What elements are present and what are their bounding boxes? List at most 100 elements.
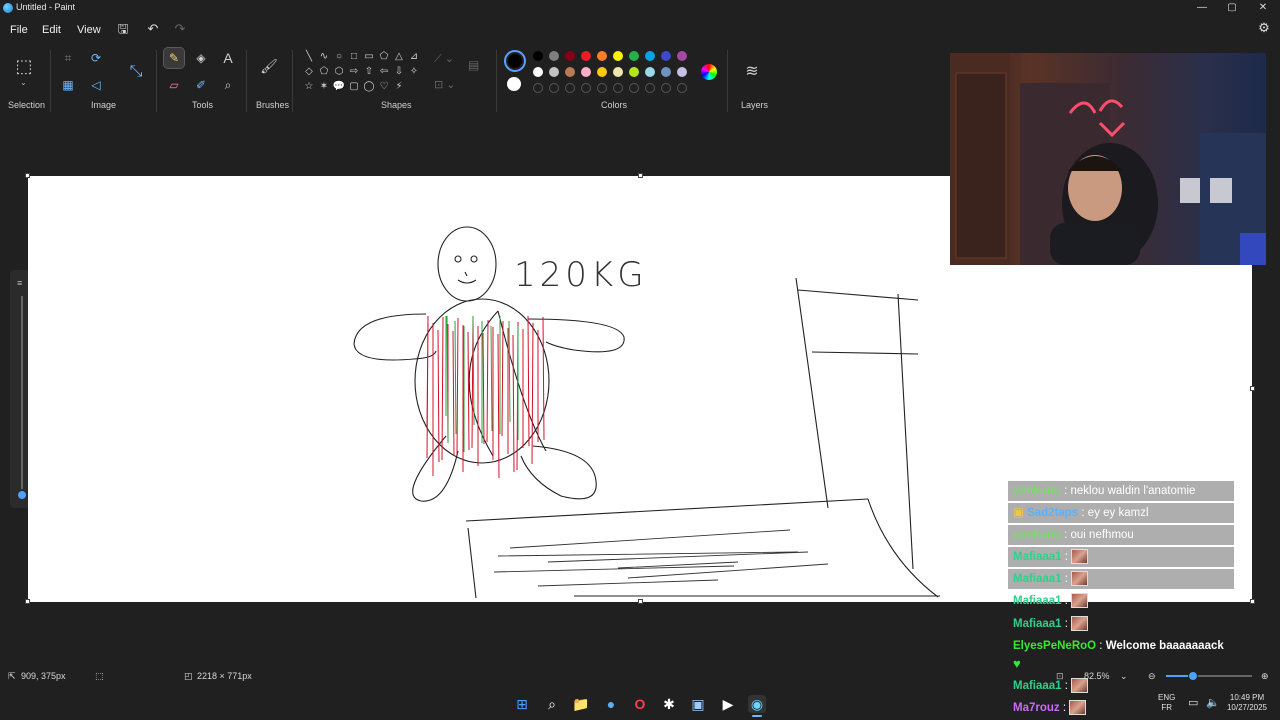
shape-item[interactable]: ✶	[317, 80, 331, 94]
color-swatch[interactable]	[629, 67, 639, 77]
app-icon[interactable]: ●	[602, 695, 620, 713]
color-swatch[interactable]	[549, 67, 559, 77]
color-swatch[interactable]	[661, 67, 671, 77]
color-swatch[interactable]	[597, 51, 607, 61]
color-swatch[interactable]	[597, 67, 607, 77]
language-indicator[interactable]: ENG FR	[1158, 693, 1175, 713]
shape-item[interactable]: ⇩	[392, 65, 406, 79]
window-app-icon[interactable]: ▣	[689, 695, 707, 713]
start-icon[interactable]: ⊞	[513, 695, 531, 713]
shape-size-icon[interactable]: ▤	[468, 58, 479, 72]
edit-colors-icon[interactable]	[701, 64, 717, 80]
resize-handle[interactable]	[1250, 386, 1255, 391]
shape-item[interactable]: △	[392, 50, 406, 64]
outline-icon[interactable]: ⟋ ⌄	[434, 52, 454, 66]
shape-item[interactable]: ◯	[362, 80, 376, 94]
custom-color-slot[interactable]	[629, 83, 639, 93]
color-swatch[interactable]	[565, 51, 575, 61]
color-swatch[interactable]	[581, 51, 591, 61]
file-explorer-icon[interactable]: 📁	[572, 695, 590, 713]
paint-taskbar-icon[interactable]: ◉	[748, 695, 766, 713]
redo-icon[interactable]: ↷	[170, 20, 190, 38]
shape-item[interactable]: ⊿	[407, 50, 421, 64]
custom-color-slot[interactable]	[533, 83, 543, 93]
brush-icon[interactable]: 🖌	[259, 56, 279, 76]
flip-icon[interactable]: ◁	[86, 75, 106, 95]
color-swatch[interactable]	[581, 67, 591, 77]
shape-item[interactable]: 💬	[332, 80, 346, 94]
opera-gx-icon[interactable]: O	[631, 695, 649, 713]
color-swatch[interactable]	[677, 51, 687, 61]
save-icon[interactable]: 🖫	[113, 20, 133, 38]
zoom-slider-thumb[interactable]	[1187, 671, 1198, 681]
shape-item[interactable]: ⬠	[317, 65, 331, 79]
shape-item[interactable]: □	[347, 50, 361, 64]
color-swatch[interactable]	[565, 67, 575, 77]
settings-gear-icon[interactable]: ⚙	[1254, 19, 1274, 37]
menu-edit[interactable]: Edit	[38, 22, 65, 38]
color-swatch[interactable]	[645, 51, 655, 61]
shape-item[interactable]: ⇨	[347, 65, 361, 79]
selection-icon[interactable]: ⬚	[14, 56, 34, 76]
color-swatch[interactable]	[645, 67, 655, 77]
color-swatch[interactable]	[629, 51, 639, 61]
color-swatch[interactable]	[661, 51, 671, 61]
shape-item[interactable]: ⇧	[362, 65, 376, 79]
custom-color-slot[interactable]	[613, 83, 623, 93]
eraser-icon[interactable]: ▱	[164, 75, 184, 95]
layers-icon[interactable]: ≋	[742, 62, 762, 82]
network-icon[interactable]: ▭	[1188, 696, 1198, 709]
color-picker-icon[interactable]: ✐	[191, 75, 211, 95]
shape-item[interactable]: ⇦	[377, 65, 391, 79]
resize-icon[interactable]: ▦	[58, 75, 78, 95]
primary-color-ring[interactable]	[504, 50, 526, 72]
color-swatch[interactable]	[613, 51, 623, 61]
resize-handle[interactable]	[25, 599, 30, 604]
undo-icon[interactable]: ↶	[143, 20, 163, 38]
shape-item[interactable]: ✧	[407, 65, 421, 79]
custom-color-slot[interactable]	[645, 83, 655, 93]
color-swatch[interactable]	[533, 67, 543, 77]
custom-color-slot[interactable]	[581, 83, 591, 93]
custom-color-slot[interactable]	[565, 83, 575, 93]
resize-handle[interactable]	[25, 173, 30, 178]
shape-item[interactable]: ♡	[377, 80, 391, 94]
custom-color-slot[interactable]	[597, 83, 607, 93]
volume-icon[interactable]: 🔈	[1206, 696, 1220, 709]
fill-style-icon[interactable]: ⊡ ⌄	[434, 78, 456, 91]
zoom-level[interactable]: 82.5%	[1084, 671, 1110, 681]
fill-icon[interactable]: ◈	[191, 48, 211, 68]
resize-handle[interactable]	[1250, 599, 1255, 604]
color-swatch[interactable]	[549, 51, 559, 61]
shape-item[interactable]: ⚡	[392, 80, 406, 94]
crop-icon[interactable]: ⌗	[58, 48, 78, 68]
zoom-out-icon[interactable]: ⊖	[1148, 671, 1156, 682]
search-icon[interactable]: ⌕	[543, 695, 561, 713]
selection-chevron-down-icon[interactable]: ⌄	[20, 78, 27, 87]
shape-item[interactable]: ⬡	[332, 65, 346, 79]
shape-item[interactable]: ▭	[362, 50, 376, 64]
color-swatch[interactable]	[613, 67, 623, 77]
chatgpt-icon[interactable]: ✱	[660, 695, 678, 713]
pencil-icon[interactable]: ✎	[163, 47, 185, 69]
shape-item[interactable]: ▢	[347, 80, 361, 94]
resize-handle[interactable]	[638, 173, 643, 178]
zoom-dropdown-chevron-icon[interactable]: ⌄	[1120, 671, 1128, 682]
menu-view[interactable]: View	[73, 22, 105, 38]
color-swatch[interactable]	[533, 51, 543, 61]
resize-handle[interactable]	[638, 599, 643, 604]
minimize-button[interactable]: —	[1187, 0, 1217, 16]
shape-item[interactable]: ╲	[302, 50, 316, 64]
rotate-icon[interactable]: ⟳	[86, 48, 106, 68]
zoom-slider[interactable]	[1166, 671, 1252, 681]
custom-color-slot[interactable]	[549, 83, 559, 93]
image-background-icon[interactable]: ⤡	[126, 62, 146, 82]
slider-thumb[interactable]	[16, 489, 28, 501]
shape-item[interactable]: ◇	[302, 65, 316, 79]
color-swatch[interactable]	[677, 67, 687, 77]
shape-item[interactable]: ○	[332, 50, 346, 64]
menu-file[interactable]: File	[6, 22, 32, 38]
fit-to-window-icon[interactable]: ⊡	[1056, 671, 1064, 682]
custom-color-slot[interactable]	[677, 83, 687, 93]
magnifier-icon[interactable]: ⌕	[218, 75, 238, 95]
